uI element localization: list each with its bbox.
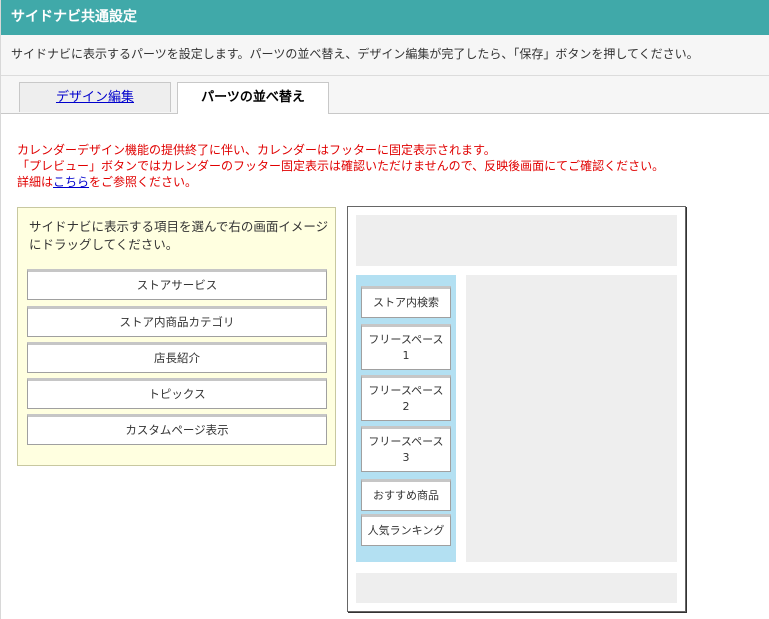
notice-detail-link[interactable]: こちら bbox=[53, 175, 89, 189]
preview-main-area bbox=[466, 275, 677, 562]
page-description: サイドナビに表示するパーツを設定します。パーツの並べ替え、デザイン編集が完了した… bbox=[1, 35, 769, 76]
notice-line-3-prefix: 詳細は bbox=[17, 175, 54, 189]
tab-design-edit-link[interactable]: デザイン編集 bbox=[56, 90, 134, 105]
sidenav-item-recommended[interactable]: おすすめ商品 bbox=[361, 479, 451, 511]
palette-item-custom-page[interactable]: カスタムページ表示 bbox=[27, 414, 327, 445]
palette-item-topics[interactable]: トピックス bbox=[27, 378, 327, 409]
sidenav-item-free-space-2[interactable]: フリースペース 2 bbox=[361, 375, 451, 421]
notice-line-2: 「プレビュー」ボタンではカレンダーのフッター固定表示は確認いただけませんので、反… bbox=[17, 159, 665, 173]
preview-footer-area bbox=[356, 573, 677, 603]
notice-line-1: カレンダーデザイン機能の提供終了に伴い、カレンダーはフッターに固定表示されます。 bbox=[17, 143, 496, 157]
calendar-notice: カレンダーデザイン機能の提供終了に伴い、カレンダーはフッターに固定表示されます。… bbox=[17, 142, 664, 190]
sidenav-item-free-space-3[interactable]: フリースペース 3 bbox=[361, 426, 451, 472]
sidenav-item-ranking[interactable]: 人気ランキング bbox=[361, 514, 451, 546]
preview-header-area bbox=[356, 215, 677, 266]
parts-palette: サイドナビに表示する項目を選んで右の画面イメージにドラッグしてください。 ストア… bbox=[17, 207, 336, 466]
notice-line-3: 詳細はこちらをご参照ください。 bbox=[17, 174, 664, 190]
sidenav-item-store-search[interactable]: ストア内検索 bbox=[361, 286, 451, 318]
tab-bar: デザイン編集 パーツの並べ替え bbox=[1, 76, 769, 114]
page: サイドナビ共通設定 サイドナビに表示するパーツを設定します。パーツの並べ替え、デ… bbox=[0, 0, 769, 619]
page-title: サイドナビ共通設定 bbox=[1, 0, 769, 35]
palette-instruction: サイドナビに表示する項目を選んで右の画面イメージにドラッグしてください。 bbox=[29, 219, 329, 252]
notice-line-3-suffix: をご参照ください。 bbox=[89, 175, 198, 189]
preview-sidenav-dropzone[interactable]: ストア内検索 フリースペース 1 フリースペース 2 フリースペース 3 おすす… bbox=[356, 275, 456, 562]
palette-item-manager-intro[interactable]: 店長紹介 bbox=[27, 342, 327, 373]
palette-item-store-service[interactable]: ストアサービス bbox=[27, 269, 327, 300]
sidenav-item-free-space-1[interactable]: フリースペース 1 bbox=[361, 324, 451, 370]
tab-parts-reorder[interactable]: パーツの並べ替え bbox=[177, 82, 329, 114]
layout-preview: ストア内検索 フリースペース 1 フリースペース 2 フリースペース 3 おすす… bbox=[347, 206, 686, 612]
palette-item-store-category[interactable]: ストア内商品カテゴリ bbox=[27, 306, 327, 337]
tab-design-edit[interactable]: デザイン編集 bbox=[19, 82, 171, 112]
